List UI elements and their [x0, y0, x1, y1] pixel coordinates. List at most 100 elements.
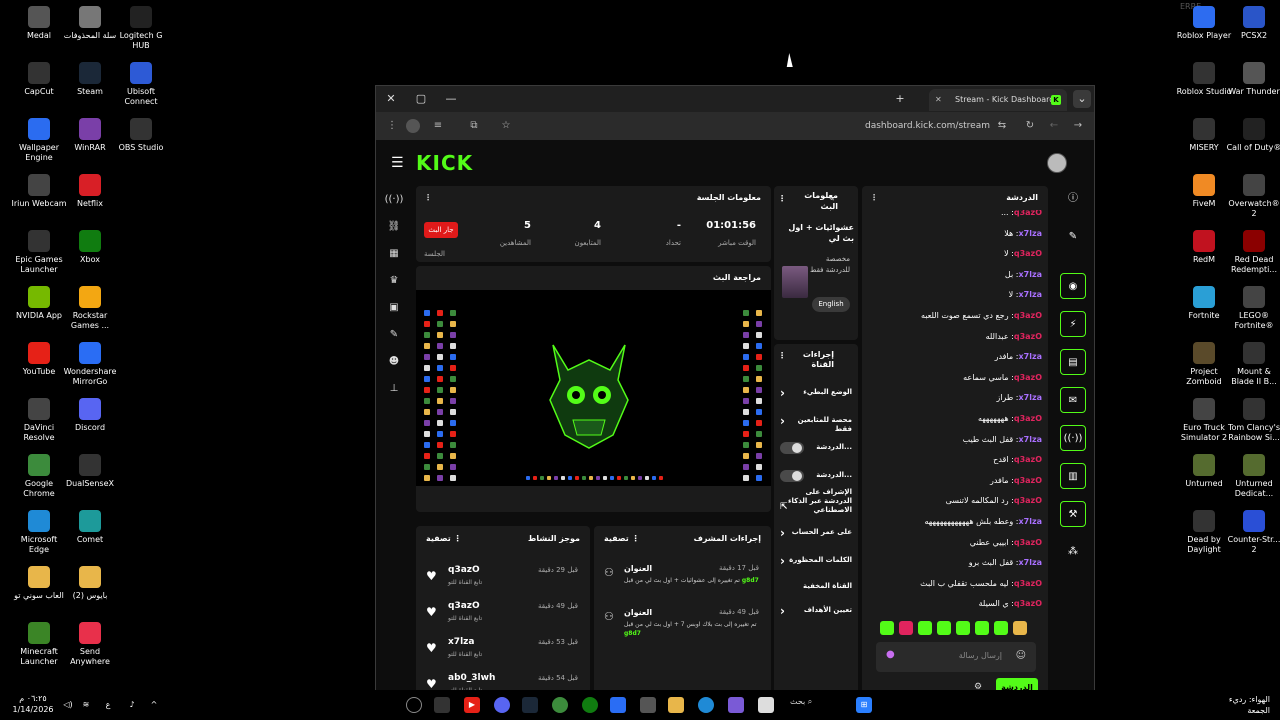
chat-username[interactable]: x7lza — [1018, 352, 1042, 361]
notepad-taskbar-icon[interactable] — [758, 697, 774, 713]
menu-dots-icon[interactable]: ⋮ — [384, 118, 400, 134]
activity-user[interactable]: q3azO — [448, 565, 480, 575]
desktop-icon[interactable]: Iriun Webcam — [11, 174, 67, 209]
desktop-icon[interactable]: Send Anywhere — [62, 622, 118, 667]
desktop-icon[interactable]: Counter-Str... 2 — [1226, 510, 1280, 555]
media-icon[interactable]: ▣ — [382, 294, 406, 321]
emote-icon[interactable] — [956, 621, 970, 635]
desktop-icon[interactable]: PCSX2 — [1226, 6, 1280, 41]
chart-icon[interactable]: ⊥ — [382, 375, 406, 402]
desktop-icon[interactable]: Google Chrome — [11, 454, 67, 499]
forward-icon[interactable]: → — [1070, 118, 1086, 134]
chat-username[interactable]: q3azO — [1014, 414, 1042, 423]
chrome-taskbar-icon[interactable] — [552, 697, 568, 713]
language-indicator[interactable]: ع — [100, 697, 116, 713]
emote-icon[interactable] — [937, 621, 951, 635]
extensions-icon[interactable]: ⧉ — [466, 118, 482, 134]
toggle-switch[interactable] — [780, 442, 804, 454]
activity-user[interactable]: x7lza — [448, 637, 474, 647]
desktop-icon[interactable]: Epic Games Launcher — [11, 230, 67, 275]
copilot-taskbar-icon[interactable] — [728, 697, 744, 713]
trophy-icon[interactable]: ♛ — [382, 267, 406, 294]
desktop-icon[interactable]: Steam — [62, 62, 118, 97]
chat-username[interactable]: x7lza — [1018, 435, 1042, 444]
desktop-icon[interactable]: FiveM — [1176, 174, 1232, 209]
desktop-icon[interactable]: (2) بايوس — [62, 566, 118, 601]
desktop-icon[interactable]: Medal — [11, 6, 67, 41]
mic-tray-icon[interactable]: ♪ — [124, 697, 140, 713]
url-field[interactable]: dashboard.kick.com/stream — [838, 116, 990, 136]
chat-username[interactable]: q3azO — [1014, 249, 1042, 258]
activity-user[interactable]: q3azO — [448, 601, 480, 611]
channel-action[interactable]: الكلمات المحظورة › — [774, 552, 858, 578]
desktop-icon[interactable]: العاب سوني تو — [11, 566, 67, 601]
new-tab-button[interactable]: + — [891, 90, 909, 108]
live-icon[interactable]: ((·)) — [382, 186, 406, 213]
channel-action[interactable]: الإشراف على الدردشة عبر الذكاء الاصطناعي… — [774, 488, 858, 518]
edge-taskbar-icon[interactable] — [698, 697, 714, 713]
back-icon[interactable]: ← — [1046, 118, 1062, 134]
pen-icon[interactable]: ✎ — [1060, 224, 1086, 250]
tab-close-icon[interactable]: ✕ — [935, 89, 942, 111]
analytics-icon[interactable]: ▦ — [382, 240, 406, 267]
layout-icon[interactable]: ▥ — [1060, 463, 1086, 489]
channel-action[interactable]: الوضع البطيء › — [774, 384, 858, 410]
desktop-icon[interactable]: Ubisoft Connect — [113, 62, 169, 107]
desktop-icon[interactable]: Red Dead Redempti... — [1226, 230, 1280, 275]
users-icon[interactable]: ☻ — [382, 348, 406, 375]
desktop-icon[interactable]: Tom Clancy's Rainbow Si... — [1226, 398, 1280, 443]
obs-taskbar-icon[interactable] — [406, 697, 422, 713]
wrench-icon[interactable]: ⚒ — [1060, 501, 1086, 527]
desktop-icon[interactable]: سلة المحذوفات — [62, 6, 118, 41]
mod-user[interactable]: g8d7 — [742, 577, 759, 584]
desktop-icon[interactable]: Discord — [62, 398, 118, 433]
chat-username[interactable]: q3azO — [1014, 579, 1042, 588]
desktop-icon[interactable]: War Thunder — [1226, 62, 1280, 97]
session-menu-icon[interactable]: ⋮ — [424, 186, 432, 210]
desktop-icon[interactable]: Fortnite — [1176, 286, 1232, 321]
hamburger-menu-icon[interactable]: ☰ — [391, 155, 404, 171]
folder-taskbar-icon[interactable] — [668, 697, 684, 713]
desktop-icon[interactable]: OBS Studio — [113, 118, 169, 153]
chat-username[interactable]: x7lza — [1018, 517, 1042, 526]
emote-icon[interactable] — [880, 621, 894, 635]
chat-bubble-icon[interactable]: ✉ — [1060, 387, 1086, 413]
store-taskbar-icon[interactable] — [640, 697, 656, 713]
chat-username[interactable]: q3azO — [1014, 210, 1042, 217]
desktop-icon[interactable]: Xbox — [62, 230, 118, 265]
desktop-icon[interactable]: Wallpaper Engine — [11, 118, 67, 163]
volume-icon[interactable]: ◁) — [60, 697, 76, 713]
sidebar-icon[interactable]: ≡ — [430, 118, 446, 134]
tray-chevron-icon[interactable]: ^ — [146, 697, 162, 713]
desktop-icon[interactable]: Wondershare MirrorGo — [62, 342, 118, 387]
camera-icon[interactable]: ◉ — [1060, 273, 1086, 299]
mic-icon[interactable]: ● — [886, 649, 895, 660]
desktop-icon[interactable]: Roblox Studio — [1176, 62, 1232, 97]
tab-list-chevron-icon[interactable]: ⌄ — [1073, 90, 1091, 108]
edit-icon[interactable]: ✎ — [828, 193, 835, 204]
chat-username[interactable]: q3azO — [1014, 455, 1042, 464]
info-icon[interactable]: ⓘ — [1060, 186, 1086, 212]
chat-username[interactable]: q3azO — [1014, 599, 1042, 608]
emoji-icon[interactable]: ☺ — [1016, 650, 1026, 661]
desktop-icon[interactable]: Project Zomboid — [1176, 342, 1232, 387]
stream-preview-screen[interactable] — [416, 290, 771, 486]
desktop-icon[interactable]: DualSenseX — [62, 454, 118, 489]
desktop-icon[interactable]: MISERY — [1176, 118, 1232, 153]
chat-username[interactable]: x7lza — [1018, 558, 1042, 567]
broadcast-icon[interactable]: ((·)) — [1060, 425, 1086, 451]
xbox-taskbar-icon[interactable] — [582, 697, 598, 713]
desktop-icon[interactable]: Unturned Dedicat... — [1226, 454, 1280, 499]
site-settings-icon[interactable]: ⇆ — [994, 118, 1010, 134]
chat-username[interactable]: x7lza — [1018, 229, 1042, 238]
desktop-icon[interactable]: NVIDIA App — [11, 286, 67, 321]
chat-menu-icon[interactable]: ⋮ — [870, 186, 878, 210]
close-window-button[interactable]: ✕ — [382, 90, 400, 108]
chat-username[interactable]: q3azO — [1014, 496, 1042, 505]
mod-filter[interactable]: تصفية ⋮ — [604, 526, 640, 552]
desktop-icon[interactable]: Overwatch® 2 — [1226, 174, 1280, 219]
info-menu-icon[interactable]: ⋮ — [778, 193, 786, 204]
chat-username[interactable]: q3azO — [1014, 476, 1042, 485]
desktop-icon[interactable]: Rockstar Games ... — [62, 286, 118, 331]
emote-icon[interactable] — [994, 621, 1008, 635]
